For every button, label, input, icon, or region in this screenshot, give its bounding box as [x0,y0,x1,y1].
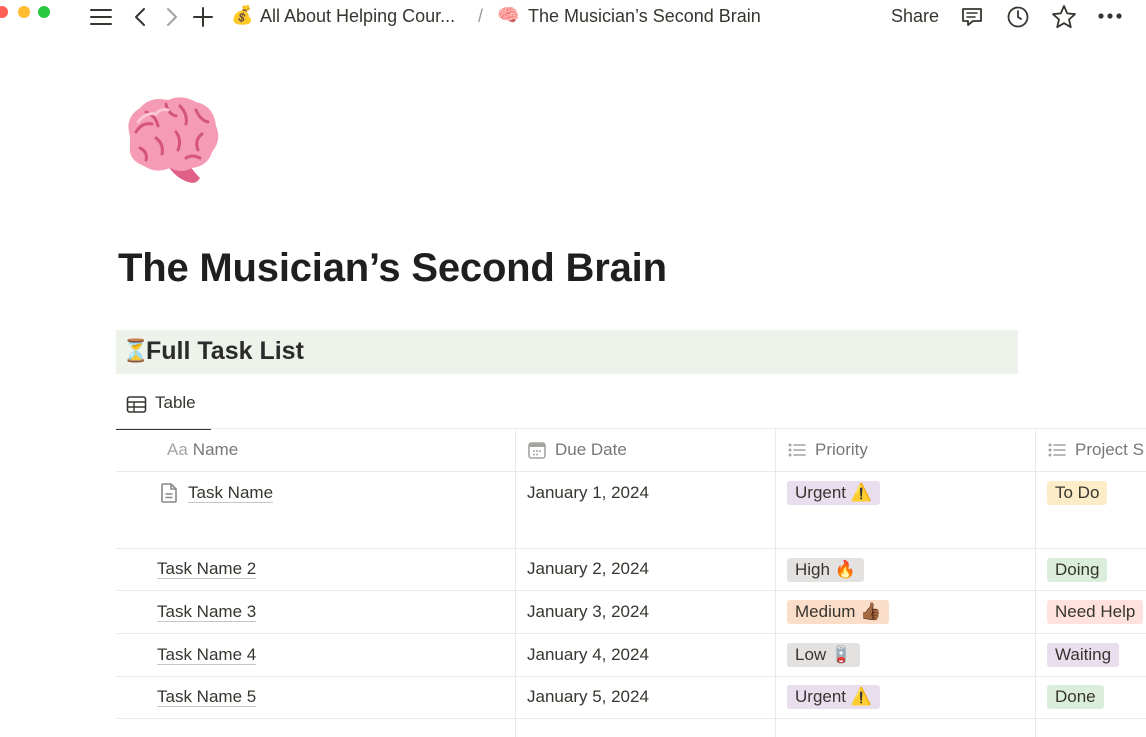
page-title[interactable]: The Musician’s Second Brain [118,246,667,291]
menu-icon[interactable] [89,6,113,33]
top-bar: 💰 All About Helping Cour... / 🧠 The Musi… [0,0,1146,36]
priority-tag[interactable]: Urgent ⚠️ [787,481,880,505]
column-header-project-status[interactable]: Project S [1047,428,1144,471]
column-header-label: Name [192,439,239,459]
list-icon [787,441,807,459]
page-icon [159,482,179,509]
priority-tag[interactable]: Medium 👍🏾 [787,600,890,624]
column-header-name[interactable]: Aa Name [167,428,238,471]
comments-icon[interactable] [960,5,984,34]
new-page-icon[interactable] [192,6,214,33]
breadcrumb-current-icon: 🧠 [497,5,520,25]
favorite-icon[interactable] [1051,4,1077,35]
task-name-cell[interactable]: Task Name 4 [157,645,256,665]
column-header-due-date[interactable]: Due Date [527,428,627,471]
task-table: Aa Name Due Date Priority Project S Task… [116,428,1146,737]
due-date-cell[interactable]: January 1, 2024 [527,483,649,503]
status-tag[interactable]: Doing [1047,558,1108,582]
breadcrumb-current[interactable]: The Musician’s Second Brain [528,6,761,27]
table-icon [126,395,147,419]
row-divider [116,633,1146,634]
status-tag[interactable]: To Do [1047,481,1108,505]
window-zoom-button[interactable] [38,6,50,18]
title-icon: Aa [167,439,188,459]
brain-icon[interactable] [116,92,224,188]
share-button[interactable]: Share [891,6,939,27]
breadcrumb-parent[interactable]: All About Helping Cour... [260,6,455,27]
row-divider [116,676,1146,677]
window-close-button[interactable] [0,6,8,18]
column-header-label: Due Date [555,439,627,459]
history-icon[interactable] [1006,5,1030,34]
status-tag[interactable]: Need Help [1047,600,1144,624]
task-name-cell[interactable]: Task Name 3 [157,602,256,622]
task-name-cell[interactable]: Task Name 2 [157,559,256,579]
row-divider [116,718,1146,719]
due-date-cell[interactable]: January 2, 2024 [527,559,649,579]
due-date-cell[interactable]: January 5, 2024 [527,687,649,707]
due-date-cell[interactable]: January 4, 2024 [527,645,649,665]
priority-tag[interactable]: Low 🪫 [787,643,861,667]
calendar-icon [527,440,547,460]
window-minimize-button[interactable] [18,6,30,18]
breadcrumb-separator: / [478,6,484,26]
row-divider [116,590,1146,591]
section-heading-callout[interactable]: ⏳ Full Task List [116,330,1018,374]
column-divider[interactable] [515,428,516,737]
header-divider [116,471,1146,472]
tab-label: Table [155,393,196,412]
priority-tag[interactable]: High 🔥 [787,558,864,582]
section-heading: Full Task List [146,337,304,365]
column-divider[interactable] [1035,428,1036,737]
status-tag[interactable]: Done [1047,685,1104,709]
priority-tag[interactable]: Urgent ⚠️ [787,685,880,709]
column-header-label: Priority [815,439,868,459]
column-divider[interactable] [775,428,776,737]
status-tag[interactable]: Waiting [1047,643,1120,667]
due-date-cell[interactable]: January 3, 2024 [527,602,649,622]
more-icon[interactable] [1097,8,1123,29]
tab-table-view[interactable]: Table [116,386,211,430]
forward-icon[interactable] [164,6,180,33]
breadcrumb-parent-icon: 💰 [231,5,254,25]
task-name-cell[interactable]: Task Name 5 [157,687,256,707]
row-divider [116,548,1146,549]
list-icon [1047,441,1067,459]
table-top-border [116,428,1146,429]
column-header-label: Project S [1075,439,1144,459]
column-header-priority[interactable]: Priority [787,428,868,471]
task-name-cell[interactable]: Task Name [188,483,273,503]
back-icon[interactable] [132,6,148,33]
